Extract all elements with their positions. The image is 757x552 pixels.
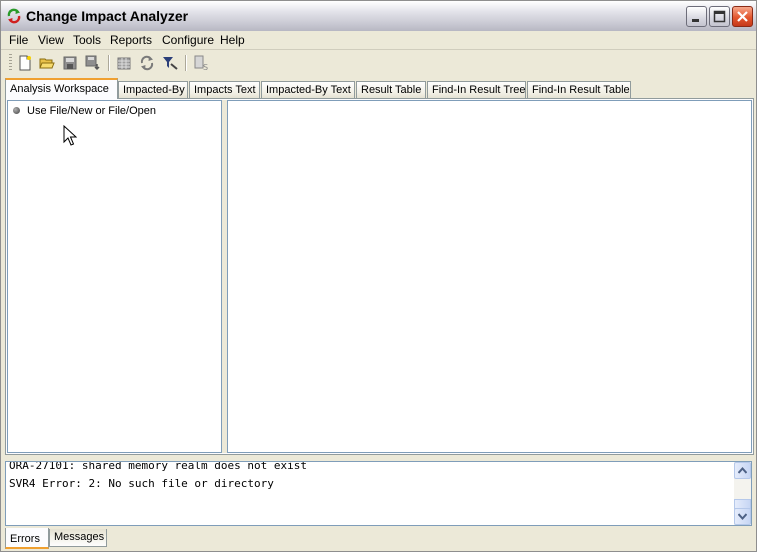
save-as-icon[interactable] (84, 54, 102, 72)
title-bar[interactable]: Change Impact Analyzer (1, 1, 756, 32)
report-icon[interactable]: S (192, 54, 210, 72)
menu-help[interactable]: Help (220, 33, 245, 47)
open-folder-icon[interactable] (38, 54, 56, 72)
tab-impacted-by-text[interactable]: Impacted-By Text (261, 81, 355, 98)
minimize-button[interactable] (686, 6, 707, 27)
mouse-cursor-icon (63, 125, 77, 146)
grid-icon[interactable] (115, 54, 133, 72)
log-line: ORA-27101: shared memory realm does not … (9, 461, 308, 472)
maximize-button[interactable] (709, 6, 730, 27)
menu-divider (1, 49, 756, 50)
svg-text:S: S (203, 63, 208, 71)
tab-messages[interactable]: Messages (49, 529, 107, 547)
toolbar-separator (108, 55, 110, 71)
tree-root-node[interactable]: Use File/New or File/Open (13, 105, 156, 117)
tab-errors[interactable]: Errors (5, 528, 49, 549)
log-scrollbar[interactable] (734, 462, 751, 525)
filter-icon[interactable] (161, 54, 179, 72)
tab-result-table[interactable]: Result Table (356, 81, 426, 98)
log-line: SVR4 Error: 2: No such file or directory (9, 477, 274, 490)
refresh-icon[interactable] (138, 54, 156, 72)
detail-pane[interactable] (227, 100, 752, 453)
menu-view[interactable]: View (38, 33, 64, 47)
toolbar-separator (185, 55, 187, 71)
menu-configure[interactable]: Configure (162, 33, 214, 47)
save-icon[interactable] (61, 54, 79, 72)
workspace-tree[interactable]: Use File/New or File/Open (7, 100, 222, 453)
menu-reports[interactable]: Reports (110, 33, 152, 47)
app-window: Change Impact Analyzer File View Tools R… (0, 0, 757, 552)
menu-file[interactable]: File (9, 33, 28, 47)
tree-node-bullet-icon (13, 107, 20, 114)
toolbar-grip[interactable] (9, 54, 12, 72)
refresh-arrows-app-icon (6, 8, 22, 24)
menu-tools[interactable]: Tools (73, 33, 101, 47)
scroll-down-button[interactable] (734, 508, 751, 525)
tab-find-in-result-tree[interactable]: Find-In Result Tree (427, 81, 526, 98)
scroll-up-button[interactable] (734, 462, 751, 479)
toolbar: S (1, 51, 756, 75)
tree-root-label: Use File/New or File/Open (27, 105, 156, 117)
tab-find-in-result-table[interactable]: Find-In Result Table (527, 81, 631, 98)
menu-bar: File View Tools Reports Configure Help (1, 31, 756, 49)
close-button[interactable] (732, 6, 753, 27)
main-tab-strip: Analysis Workspace Impacted-By Impacts T… (1, 76, 756, 100)
log-output[interactable]: ORA-27101: shared memory realm does not … (5, 461, 752, 526)
tab-impacts-text[interactable]: Impacts Text (189, 81, 260, 98)
tab-analysis-workspace[interactable]: Analysis Workspace (5, 78, 118, 99)
bottom-tab-strip: Errors Messages (1, 526, 756, 551)
tab-impacted-by[interactable]: Impacted-By (118, 81, 188, 98)
window-title: Change Impact Analyzer (26, 8, 189, 24)
new-file-icon[interactable] (16, 54, 34, 72)
